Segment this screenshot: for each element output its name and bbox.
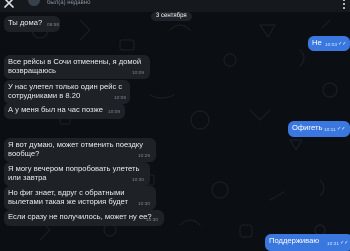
message-text: Если сразу не получилось, может ну ее?: [8, 212, 152, 221]
message-text: Все рейсы в Сочи отменены, я домой: [8, 57, 142, 66]
message-incoming[interactable]: А у меня был на час позже 10:09: [4, 103, 125, 119]
message-outgoing[interactable]: Офигеть 10:11 ✓✓: [288, 121, 350, 137]
double-check-icon: ✓✓: [337, 126, 346, 132]
message-time: 10:09: [132, 71, 145, 76]
message-outgoing[interactable]: Не 10:03 ✓✓: [308, 36, 350, 51]
date-divider: 3 сентября: [151, 12, 192, 21]
message-incoming[interactable]: Если сразу не получилось, может ну ее? 1…: [4, 210, 164, 226]
message-incoming[interactable]: Ты дома? 09:58: [4, 16, 60, 32]
chat-header: был(а) недавно: [0, 0, 350, 12]
message-outgoing[interactable]: Поддерживаю 10:31 ✓✓: [265, 234, 350, 251]
message-incoming[interactable]: У нас улетел только один рейс с сотрудни…: [4, 80, 130, 104]
avatar[interactable]: [28, 0, 40, 6]
message-text: возвращаюсь: [8, 66, 56, 76]
message-text: сотрудниками в 8.20: [8, 91, 81, 101]
close-icon[interactable]: [2, 0, 16, 10]
message-incoming[interactable]: Все рейсы в Сочи отменены, я домой возвр…: [4, 55, 150, 79]
double-check-icon: ✓✓: [338, 41, 347, 47]
message-time: 10:31: [327, 242, 340, 247]
message-text: или завтра: [8, 173, 47, 183]
message-text: У нас улетел только один рейс с: [8, 82, 123, 91]
message-incoming[interactable]: Я могу вечером попробовать улететь или з…: [4, 162, 150, 186]
message-incoming[interactable]: Я вот думаю, может отменить поездку вооб…: [4, 138, 156, 162]
message-time: 10:11: [324, 128, 336, 133]
message-text: вообще?: [8, 149, 40, 159]
message-time: 10:30: [146, 218, 159, 223]
message-text: А у меня был на час позже: [8, 105, 103, 114]
message-time: 10:30: [132, 178, 145, 183]
message-text: вылетами такая же история будет: [8, 197, 128, 207]
message-text: Но фиг знает, вдруг с обратными: [8, 188, 125, 197]
message-time: 10:03: [325, 43, 338, 48]
message-incoming[interactable]: Но фиг знает, вдруг с обратными вылетами…: [4, 186, 156, 210]
message-text: Я вот думаю, может отменить поездку: [8, 140, 143, 149]
contact-status: был(а) недавно: [47, 0, 91, 6]
message-time: 10:09: [114, 96, 127, 101]
more-options-icon[interactable]: [341, 0, 347, 10]
message-time: 10:09: [108, 110, 121, 115]
message-text: Я могу вечером попробовать улететь: [8, 164, 140, 173]
message-time: 10:30: [138, 202, 151, 207]
message-time: 10:29: [138, 154, 151, 159]
message-time: 09:58: [47, 23, 60, 28]
